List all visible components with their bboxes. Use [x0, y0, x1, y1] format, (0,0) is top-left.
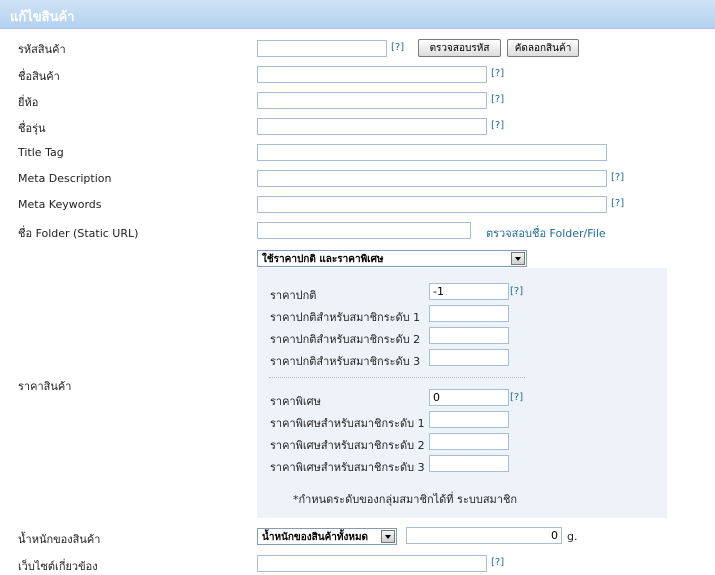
price-mode-select[interactable]: ใช้ราคาปกติ และราคาพิเศษ: [257, 250, 527, 267]
price-divider: [269, 377, 525, 378]
normal-price-tier1-label: ราคาปกติสำหรับสมาชิกระดับ 1: [270, 311, 421, 324]
normal-price-tier1-input[interactable]: [429, 305, 509, 322]
weight-mode-selected: น้ำหนักของสินค้าทั้งหมด: [262, 532, 369, 543]
product-name-label: ชื่อสินค้า: [18, 70, 60, 83]
check-code-button[interactable]: ตรวจสอบรหัส: [418, 39, 501, 57]
special-price-tier1-input[interactable]: [429, 411, 509, 428]
normal-price-tier2-input[interactable]: [429, 327, 509, 344]
chevron-down-icon[interactable]: [511, 252, 525, 265]
product-code-input[interactable]: [257, 40, 387, 57]
normal-price-help-icon[interactable]: [?]: [510, 286, 523, 297]
product-name-help-icon[interactable]: [?]: [491, 68, 504, 79]
title-tag-label: Title Tag: [18, 146, 64, 159]
brand-label: ยี่ห้อ: [18, 96, 39, 109]
weight-mode-select[interactable]: น้ำหนักของสินค้าทั้งหมด: [257, 528, 397, 545]
meta-description-label: Meta Description: [18, 172, 112, 185]
product-name-input[interactable]: [257, 66, 487, 83]
special-price-input[interactable]: [429, 389, 509, 406]
price-panel: ราคาปกติ [?] ราคาปกติสำหรับสมาชิกระดับ 1…: [257, 268, 667, 518]
weight-label: น้ำหนักของสินค้า: [18, 533, 101, 546]
copy-product-button[interactable]: คัดลอกสินค้า: [507, 39, 579, 57]
meta-keywords-label: Meta Keywords: [18, 198, 102, 211]
folder-label: ชื่อ Folder (Static URL): [18, 227, 139, 240]
page-title: แก้ไขสินค้า: [10, 10, 75, 25]
product-code-label: รหัสสินค้า: [18, 43, 66, 56]
weight-unit: g.: [567, 530, 578, 543]
normal-price-input[interactable]: [429, 283, 509, 300]
special-price-label: ราคาพิเศษ: [270, 395, 321, 408]
special-price-tier1-label: ราคาพิเศษสำหรับสมาชิกระดับ 1: [270, 417, 425, 430]
price-label: ราคาสินค้า: [18, 380, 72, 393]
special-price-help-icon[interactable]: [?]: [510, 392, 523, 403]
related-site-label: เว็บไซต์เกี่ยวข้อง: [18, 560, 98, 573]
normal-price-tier3-label: ราคาปกติสำหรับสมาชิกระดับ 3: [270, 355, 421, 368]
special-price-tier2-input[interactable]: [429, 433, 509, 450]
check-folder-link[interactable]: ตรวจสอบชื่อ Folder/File: [486, 224, 606, 242]
chevron-down-icon[interactable]: [381, 530, 395, 543]
brand-help-icon[interactable]: [?]: [491, 94, 504, 105]
page-header: แก้ไขสินค้า: [0, 0, 715, 29]
brand-input[interactable]: [257, 92, 487, 109]
title-tag-input[interactable]: [257, 144, 607, 161]
member-level-note: *กำหนดระดับของกลุ่มสมาชิกได้ที่ ระบบสมาช…: [293, 493, 518, 506]
normal-price-label: ราคาปกติ: [270, 289, 317, 302]
special-price-tier3-input[interactable]: [429, 455, 509, 472]
meta-keywords-input[interactable]: [257, 196, 607, 213]
meta-keywords-help-icon[interactable]: [?]: [611, 198, 624, 209]
product-code-help-icon[interactable]: [?]: [391, 42, 404, 53]
special-price-tier3-label: ราคาพิเศษสำหรับสมาชิกระดับ 3: [270, 461, 425, 474]
price-mode-selected: ใช้ราคาปกติ และราคาพิเศษ: [262, 254, 384, 265]
model-help-icon[interactable]: [?]: [491, 120, 504, 131]
related-site-input[interactable]: [257, 555, 487, 572]
normal-price-tier2-label: ราคาปกติสำหรับสมาชิกระดับ 2: [270, 333, 421, 346]
meta-description-help-icon[interactable]: [?]: [611, 172, 624, 183]
model-label: ชื่อรุ่น: [18, 122, 46, 135]
related-site-help-icon[interactable]: [?]: [491, 557, 504, 568]
weight-input[interactable]: [406, 527, 562, 544]
folder-input[interactable]: [257, 222, 471, 239]
meta-description-input[interactable]: [257, 170, 607, 187]
special-price-tier2-label: ราคาพิเศษสำหรับสมาชิกระดับ 2: [270, 439, 425, 452]
model-input[interactable]: [257, 118, 487, 135]
normal-price-tier3-input[interactable]: [429, 349, 509, 366]
